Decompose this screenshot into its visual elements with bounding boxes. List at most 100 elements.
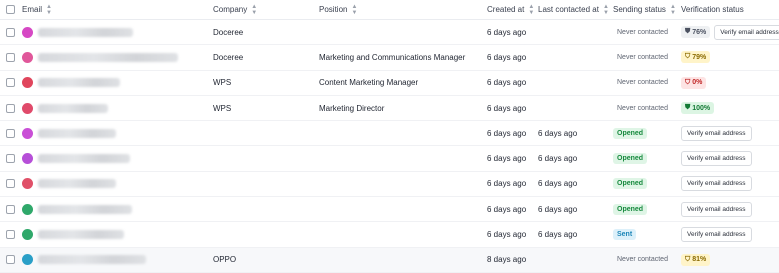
warning-shield-icon: ⛉ <box>685 53 691 61</box>
verification-cell: ⛉ 81% <box>681 248 711 272</box>
verification-cell: Verify email address <box>681 172 752 196</box>
verification-badge: ⛉ 0% <box>681 76 707 89</box>
email-cell[interactable] <box>22 222 124 246</box>
table-row[interactable]: 6 days ago 6 days ago Opened Verify email a… <box>0 121 779 147</box>
sending-status-badge: Opened <box>613 203 648 215</box>
avatar <box>22 26 33 38</box>
company-cell: Doceree <box>213 20 243 44</box>
col-created-at[interactable]: Created at ▲ ▼ <box>487 0 534 19</box>
sending-status-cell: Sent <box>613 222 637 246</box>
verification-cell: Verify email address <box>681 121 752 145</box>
row-checkbox[interactable] <box>6 52 15 62</box>
row-checkbox[interactable] <box>6 128 15 138</box>
created-cell: 6 days ago <box>487 172 526 196</box>
col-last-contacted[interactable]: Last contacted at ▲ ▼ <box>538 0 609 19</box>
table-row[interactable]: Doceree Marketing and Communications Mana… <box>0 45 779 71</box>
select-all-checkbox[interactable] <box>6 5 15 14</box>
verification-score: 76% <box>692 28 707 36</box>
verify-email-button[interactable]: Verify email address <box>681 201 752 217</box>
table-row[interactable]: 6 days ago 6 days ago Sent Verify email add… <box>0 222 779 248</box>
company-cell: WPS <box>213 71 231 95</box>
email-cell[interactable] <box>22 71 120 95</box>
avatar <box>22 102 33 114</box>
warning-shield-icon: ⛉ <box>685 255 691 263</box>
avatar <box>22 127 33 139</box>
verification-score: 100% <box>692 104 711 112</box>
row-select-cell <box>6 248 15 272</box>
row-select-cell <box>6 222 15 246</box>
created-cell: 6 days ago <box>487 45 526 69</box>
col-company-label: Company <box>213 5 248 14</box>
verify-email-button[interactable]: Verify email address <box>681 227 752 243</box>
redacted-email <box>38 179 116 189</box>
created-at: 6 days ago <box>487 78 527 88</box>
company-name: WPS <box>213 103 232 113</box>
row-checkbox[interactable] <box>6 230 15 240</box>
created-at: 6 days ago <box>487 27 527 37</box>
table-row[interactable]: WPS Content Marketing Manager 6 days ago Ne… <box>0 71 779 96</box>
redacted-email <box>38 103 108 113</box>
sending-status-cell: Never contacted <box>617 45 668 69</box>
last-contacted-cell: 6 days ago <box>538 222 577 246</box>
email-cell[interactable] <box>22 172 116 196</box>
company-cell: Doceree <box>213 45 243 69</box>
sending-status-badge: Opened <box>613 127 648 139</box>
table-row[interactable]: Doceree 6 days ago Never contacted ⛊ 76% Veri… <box>0 20 779 46</box>
created-cell: 6 days ago <box>487 222 526 246</box>
row-select-cell <box>6 96 15 120</box>
row-checkbox[interactable] <box>6 154 15 164</box>
table-row[interactable]: WPS Marketing Director 6 days ago Never con… <box>0 96 779 122</box>
row-checkbox[interactable] <box>6 255 15 265</box>
email-cell[interactable] <box>22 121 116 145</box>
row-select-cell <box>6 147 15 171</box>
table-row[interactable]: 6 days ago 6 days ago Opened Verify email a… <box>0 147 779 172</box>
avatar <box>22 51 33 63</box>
col-company[interactable]: Company ▲ ▼ <box>213 0 257 19</box>
col-last-contacted-label: Last contacted at <box>538 5 599 14</box>
redacted-email <box>38 255 146 265</box>
verification-cell: Verify email address <box>681 197 752 221</box>
verify-email-button[interactable]: Verify email address <box>681 176 752 192</box>
table-row[interactable]: 6 days ago 6 days ago Opened Verify email a… <box>0 172 779 198</box>
email-cell[interactable] <box>22 96 108 120</box>
verification-badge: ⛊ 100% <box>681 102 715 115</box>
sending-status-badge: Never contacted <box>617 53 668 61</box>
created-at: 6 days ago <box>487 204 527 214</box>
row-checkbox[interactable] <box>6 204 15 214</box>
redacted-email <box>38 128 116 138</box>
created-cell: 6 days ago <box>487 96 526 120</box>
verify-email-button[interactable]: Verify email address <box>681 151 752 167</box>
created-cell: 6 days ago <box>487 121 526 145</box>
row-select-cell <box>6 45 15 69</box>
invalid-shield-icon: ⛉ <box>685 78 691 86</box>
col-position[interactable]: Position ▲ ▼ <box>319 0 357 19</box>
row-checkbox[interactable] <box>6 103 15 113</box>
email-cell[interactable] <box>22 45 178 69</box>
company-cell: OPPO <box>213 248 236 272</box>
sending-status-cell: Never contacted <box>617 71 668 95</box>
table-row[interactable]: 6 days ago 6 days ago Opened Verify email a… <box>0 197 779 223</box>
email-cell[interactable] <box>22 197 132 221</box>
avatar <box>22 77 33 89</box>
verified-shield-icon: ⛊ <box>685 104 691 112</box>
email-cell[interactable] <box>22 147 130 171</box>
col-email[interactable]: Email ▲ ▼ <box>22 0 52 19</box>
row-checkbox[interactable] <box>6 78 15 88</box>
verify-email-button[interactable]: Verify email address <box>714 24 779 40</box>
verification-score: 79% <box>692 53 707 61</box>
row-checkbox[interactable] <box>6 179 15 189</box>
position-cell: Marketing and Communications Manager <box>319 45 465 69</box>
sending-status-badge: Opened <box>613 153 648 165</box>
email-cell[interactable] <box>22 20 133 44</box>
row-checkbox[interactable] <box>6 27 15 37</box>
email-cell[interactable] <box>22 248 146 272</box>
sending-status-badge: Never contacted <box>617 256 668 264</box>
created-at: 6 days ago <box>487 179 527 189</box>
last-contacted-cell: 6 days ago <box>538 197 577 221</box>
verification-cell: ⛉ 79% <box>681 45 711 69</box>
col-sending-status[interactable]: Sending status ▲ ▼ <box>613 0 676 19</box>
verification-score: 0% <box>692 79 703 87</box>
created-cell: 8 days ago <box>487 248 526 272</box>
verify-email-button[interactable]: Verify email address <box>681 125 752 141</box>
table-row[interactable]: OPPO 8 days ago Never contacted ⛉ 81% <box>0 247 779 273</box>
